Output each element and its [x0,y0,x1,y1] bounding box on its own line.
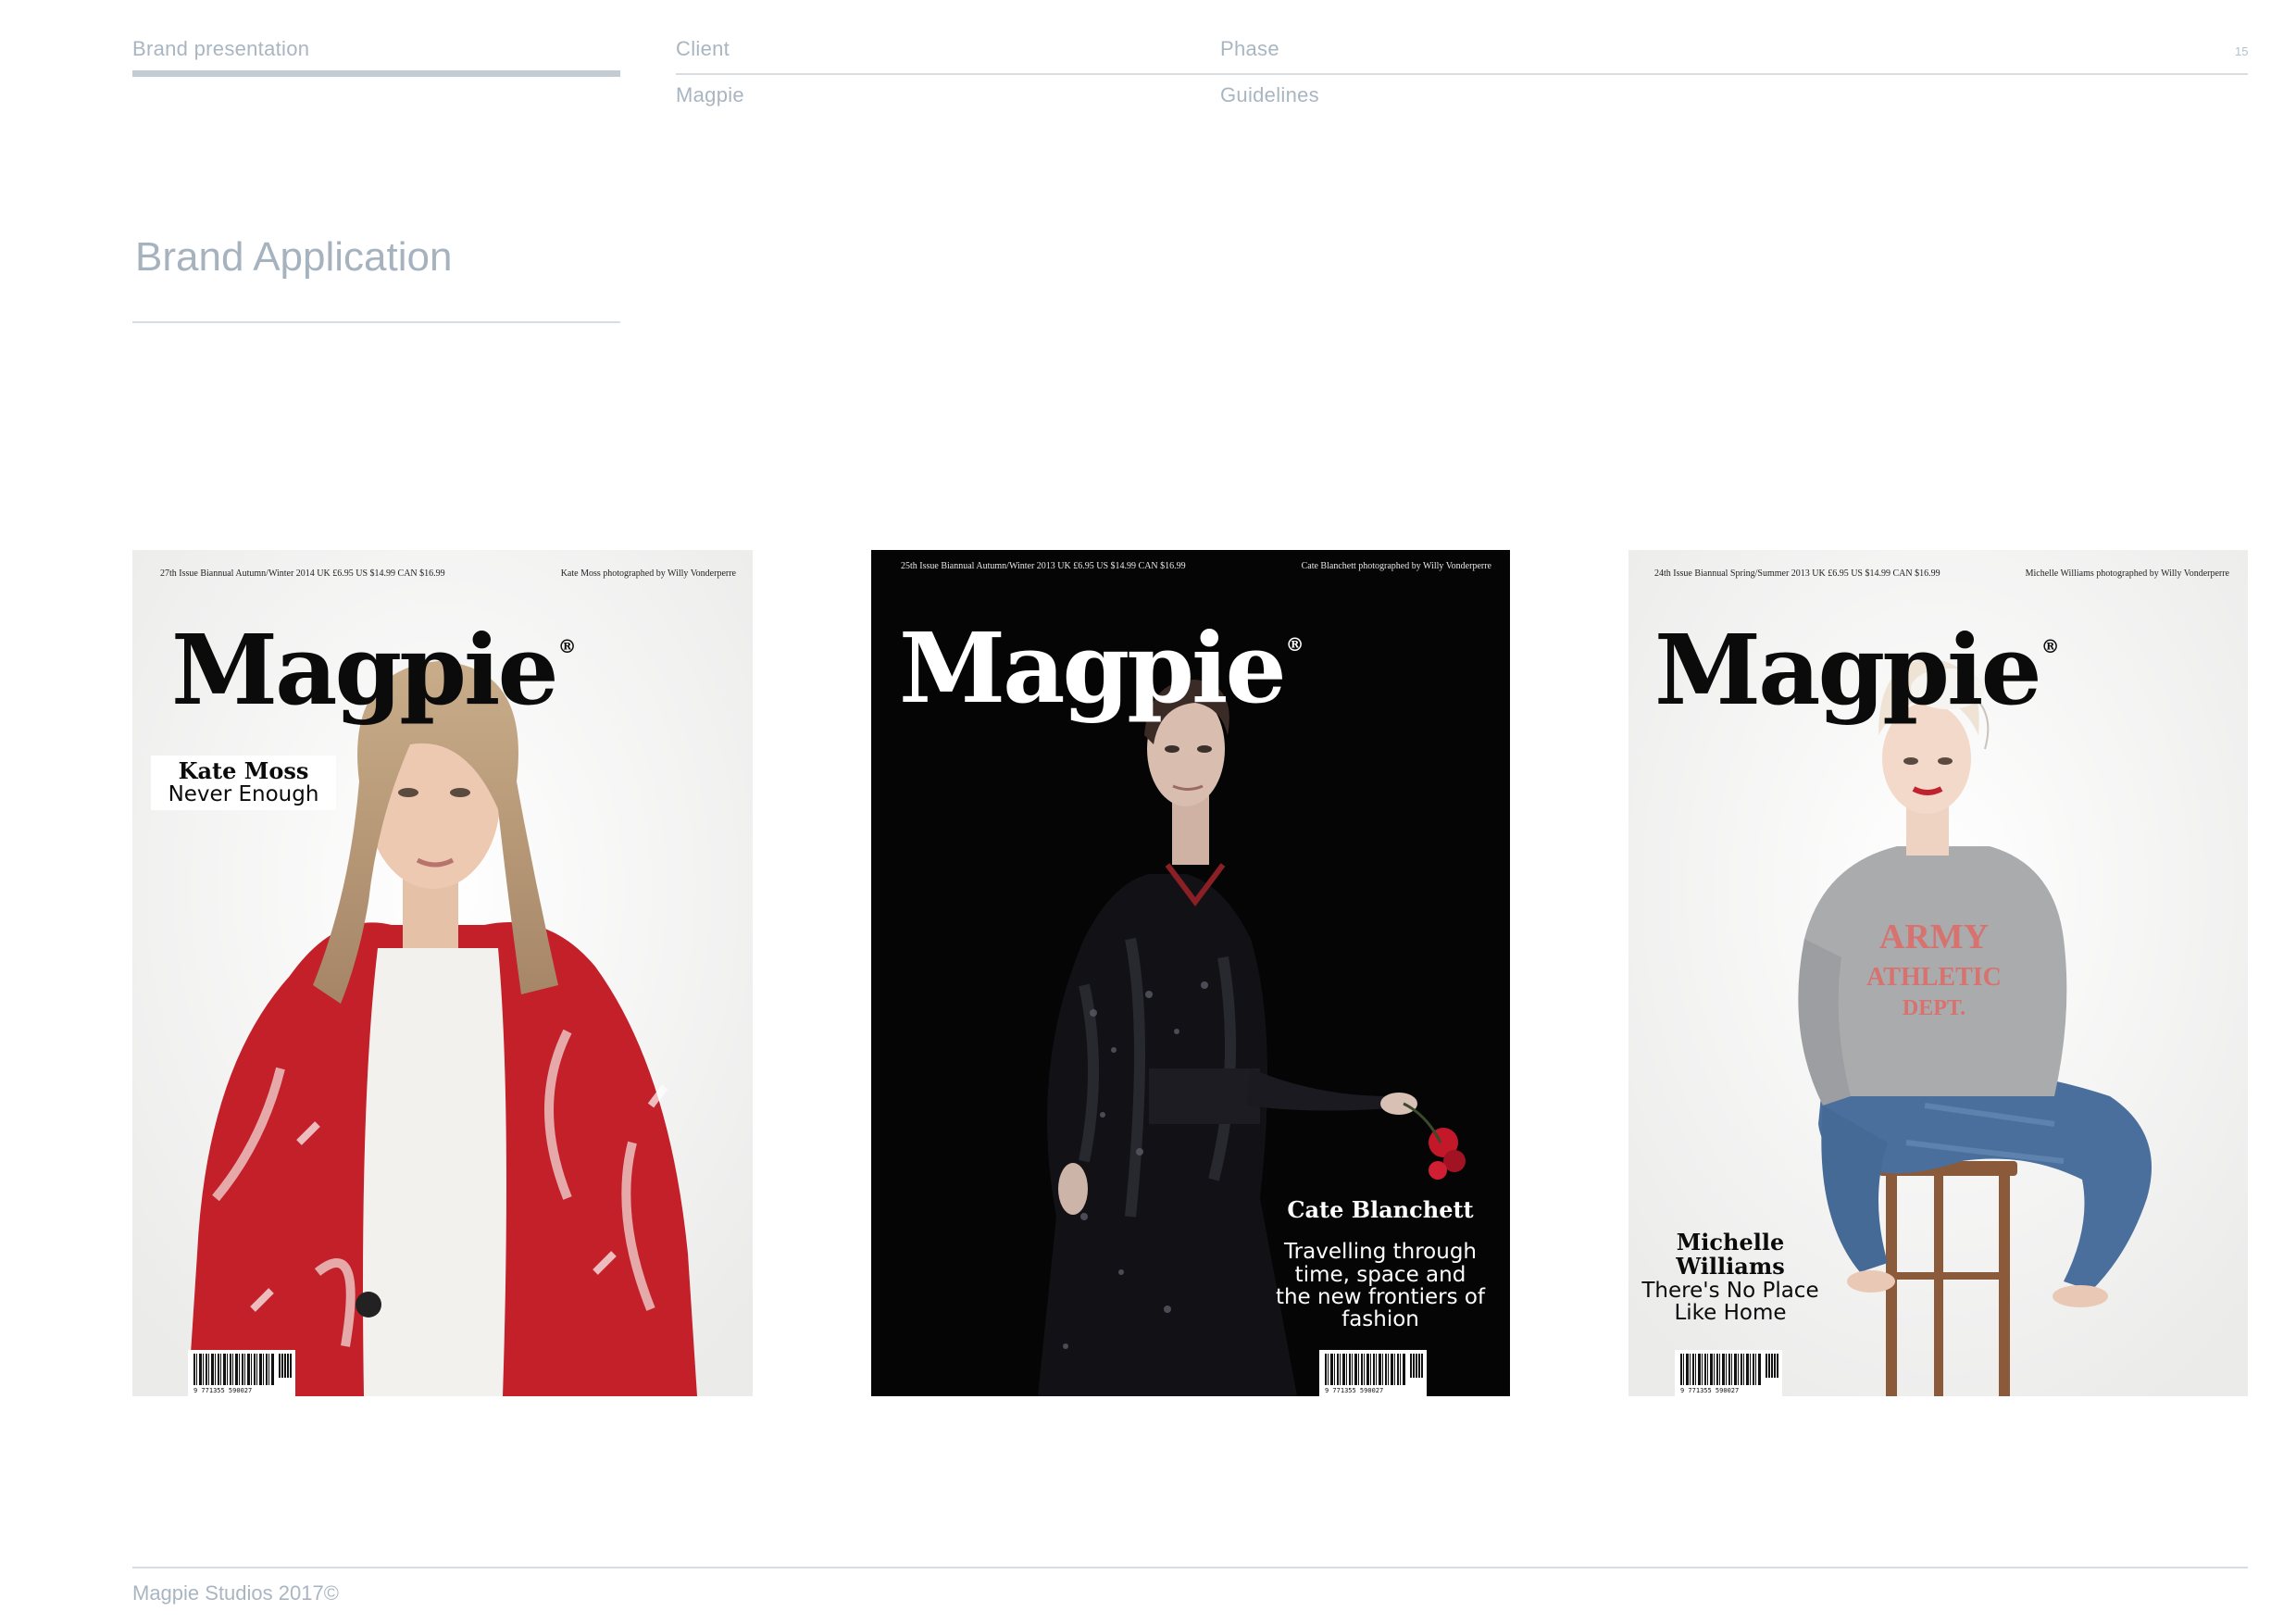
cover-star-name: Cate Blanchett [1287,1196,1474,1223]
cover-issue-info: 24th Issue Biannual Spring/Summer 2013 U… [1654,568,1940,579]
masthead-text: Magpie [171,613,559,727]
cover-barcode: 9 771355 590027 [1675,1350,1782,1396]
cover-photo-credit: Cate Blanchett photographed by Willy Von… [1301,561,1491,571]
doc-type-label: Brand presentation [132,37,310,60]
page-number: 15 [2235,44,2249,58]
cover-tagline-line: time, space and [1294,1262,1466,1287]
cover-headline: Michelle Williams There's No Place Like … [1638,1230,1823,1324]
masthead-text: Magpie [1654,613,2042,727]
client-label: Client [676,37,730,60]
registered-mark: ® [557,635,577,657]
cover-photo-credit: Michelle Williams photographed by Willy … [2025,568,2229,579]
sweatshirt-print-line: ATHLETIC [1866,963,2002,992]
cover-tagline-line: Travelling through [1283,1240,1477,1265]
barcode-number: 9 771355 590027 [1325,1387,1384,1394]
cover-star-name: Kate Moss [178,757,309,784]
cover-barcode: 9 771355 590027 [188,1350,295,1396]
magazine-cover-michelle-williams: ARMY ATHLETIC DEPT. 24th Issue Biannual … [1628,550,2248,1396]
sweatshirt-print-line: DEPT. [1903,996,1965,1020]
cover-photo-credit: Kate Moss photographed by Willy Vonderpe… [560,568,736,579]
phase-label: Phase [1220,37,1279,60]
cover-tagline-line: There's No Place [1641,1278,1819,1303]
cover-masthead: Magpie ® [1654,622,2060,718]
section-title: Brand Application [135,234,453,280]
magazine-cover-cate-blanchett: 25th Issue Biannual Autumn/Winter 2013 U… [871,550,1510,1396]
footer-copyright: Magpie Studios 2017© [132,1581,339,1605]
cover-star-name-line: Williams [1676,1253,1785,1280]
cover-star-name-line: Michelle [1676,1229,1785,1255]
registered-mark: ® [2040,635,2060,657]
barcode-number: 9 771355 590027 [193,1387,253,1394]
cover-tagline-line: fashion [1341,1306,1419,1331]
magazine-cover-kate-moss: 27th Issue Biannual Autumn/Winter 2014 U… [132,550,753,1396]
cover-issue-info: 27th Issue Biannual Autumn/Winter 2014 U… [160,568,445,579]
cover-tagline-line: Like Home [1674,1300,1787,1325]
registered-mark: ® [1285,633,1304,656]
footer-divider [132,1567,2248,1568]
cover-tagline-line: Never Enough [168,782,319,807]
cover-barcode: 9 771355 590027 [1319,1350,1427,1396]
masthead-text: Magpie [899,611,1287,725]
cover-issue-info: 25th Issue Biannual Autumn/Winter 2013 U… [901,561,1186,571]
sweatshirt-print-line: ARMY [1879,918,1989,956]
cover-headline: Kate Moss Never Enough [151,756,336,810]
section-title-divider [132,321,620,323]
phase-value: Guidelines [1220,83,1319,106]
cover-masthead: Magpie ® [899,620,1304,717]
client-value: Magpie [676,83,744,106]
barcode-number: 9 771355 590027 [1680,1387,1740,1394]
cover-tagline-line: the new frontiers of [1275,1284,1486,1309]
header-divider [676,73,2248,75]
cover-headline: Cate Blanchett Travelling through time, … [1260,1196,1501,1331]
doc-type-accent-bar [132,70,620,77]
cover-masthead: Magpie ® [171,622,577,718]
